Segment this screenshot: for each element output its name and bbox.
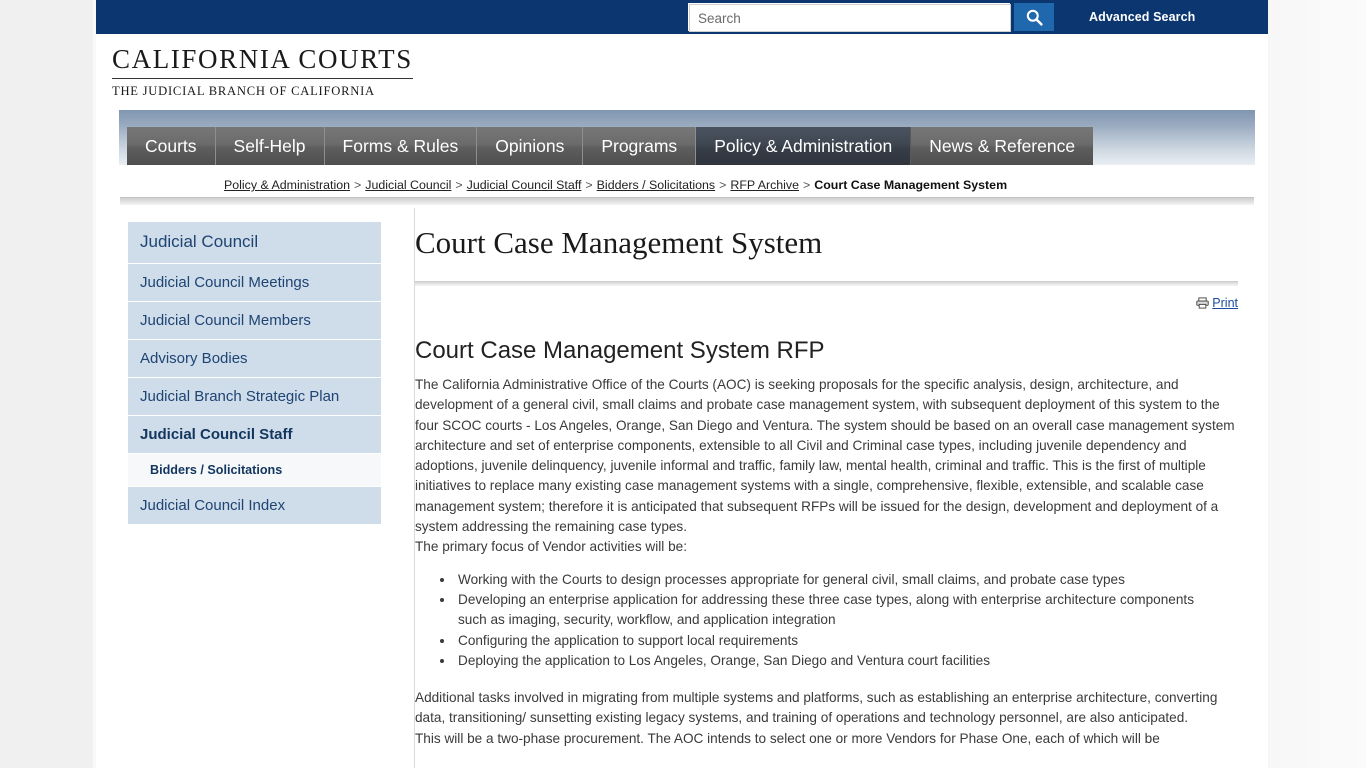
list-item: Configuring the application to support l… bbox=[455, 631, 1205, 651]
page-title: Court Case Management System bbox=[415, 225, 823, 260]
content-paragraph-4: This will be a two-phase procurement. Th… bbox=[415, 730, 1160, 746]
search-submit-button[interactable] bbox=[1014, 3, 1054, 31]
title-divider bbox=[415, 281, 1238, 286]
list-item: Developing an enterprise application for… bbox=[455, 590, 1205, 631]
breadcrumb-separator: > bbox=[354, 178, 362, 192]
print-row: Print bbox=[415, 296, 1238, 312]
nav-tab-forms-rules[interactable]: Forms & Rules bbox=[324, 127, 478, 165]
sidebar-item-judicial-council-index[interactable]: Judicial Council Index bbox=[128, 487, 381, 525]
search-input[interactable] bbox=[689, 4, 1011, 32]
nav-tab-programs[interactable]: Programs bbox=[583, 127, 697, 165]
breadcrumb-separator: > bbox=[803, 178, 811, 192]
utility-topbar: Advanced Search bbox=[96, 0, 1268, 34]
vendor-activities-list: Working with the Courts to design proces… bbox=[415, 570, 1205, 671]
breadcrumb-link-3[interactable]: Bidders / Solicitations bbox=[597, 178, 715, 192]
content-paragraph-2: The primary focus of Vendor activities w… bbox=[415, 539, 687, 555]
logo-title: CALIFORNIA COURTS bbox=[112, 46, 413, 79]
breadcrumb-separator: > bbox=[455, 178, 463, 192]
site-logo[interactable]: CALIFORNIA COURTS THE JUDICIAL BRANCH OF… bbox=[112, 46, 413, 99]
sidebar-item-bidders-solicitations[interactable]: Bidders / Solicitations bbox=[128, 454, 381, 487]
page-background: Advanced Search CALIFORNIA COURTS THE JU… bbox=[0, 0, 1366, 768]
breadcrumb: Policy & Administration > Judicial Council… bbox=[224, 178, 1007, 192]
nav-tab-courts[interactable]: Courts bbox=[127, 127, 216, 165]
logo-subtitle: THE JUDICIAL BRANCH OF CALIFORNIA bbox=[112, 84, 375, 98]
breadcrumb-divider bbox=[120, 197, 1254, 205]
breadcrumb-link-2[interactable]: Judicial Council Staff bbox=[467, 178, 582, 192]
breadcrumb-link-4[interactable]: RFP Archive bbox=[730, 178, 799, 192]
breadcrumb-current: Court Case Management System bbox=[814, 178, 1008, 192]
sidebar-navigation: Judicial Council Judicial Council Meeting… bbox=[128, 222, 381, 525]
printer-icon bbox=[1196, 297, 1209, 312]
content-heading: Court Case Management System RFP bbox=[415, 337, 825, 364]
breadcrumb-separator: > bbox=[585, 178, 593, 192]
content-paragraph-3: Additional tasks involved in migrating f… bbox=[415, 690, 1218, 726]
search-icon bbox=[1026, 9, 1043, 26]
breadcrumb-link-0[interactable]: Policy & Administration bbox=[224, 178, 350, 192]
advanced-search-link[interactable]: Advanced Search bbox=[1089, 10, 1195, 24]
print-link[interactable]: Print bbox=[1212, 296, 1238, 310]
sidebar-item-judicial-council-meetings[interactable]: Judicial Council Meetings bbox=[128, 264, 381, 302]
list-item: Deploying the application to Los Angeles… bbox=[455, 651, 1205, 671]
nav-tab-opinions[interactable]: Opinions bbox=[477, 127, 584, 165]
sidebar-item-judicial-council-members[interactable]: Judicial Council Members bbox=[128, 302, 381, 340]
breadcrumb-link-1[interactable]: Judicial Council bbox=[365, 178, 451, 192]
breadcrumb-separator: > bbox=[719, 178, 727, 192]
main-content: Court Case Management System Print Court… bbox=[414, 208, 1254, 768]
site-container: Advanced Search CALIFORNIA COURTS THE JU… bbox=[96, 0, 1268, 768]
list-item: Working with the Courts to design proces… bbox=[455, 570, 1205, 590]
search-field-wrapper bbox=[688, 3, 1011, 32]
content-paragraph-1: The California Administrative Office of … bbox=[415, 377, 1235, 535]
sidebar-item-judicial-council-staff[interactable]: Judicial Council Staff bbox=[128, 416, 381, 454]
sidebar-item-judicial-council[interactable]: Judicial Council bbox=[128, 222, 381, 264]
nav-tab-list: Courts Self-Help Forms & Rules Opinions Prog… bbox=[127, 127, 1094, 165]
nav-tab-policy-administration[interactable]: Policy & Administration bbox=[696, 127, 912, 165]
nav-tab-self-help[interactable]: Self-Help bbox=[215, 127, 325, 165]
nav-tab-news-reference[interactable]: News & Reference bbox=[911, 127, 1094, 165]
sidebar-item-advisory-bodies[interactable]: Advisory Bodies bbox=[128, 340, 381, 378]
sidebar-item-judicial-branch-strategic-plan[interactable]: Judicial Branch Strategic Plan bbox=[128, 378, 381, 416]
main-navigation-bar: Courts Self-Help Forms & Rules Opinions Prog… bbox=[119, 110, 1255, 165]
